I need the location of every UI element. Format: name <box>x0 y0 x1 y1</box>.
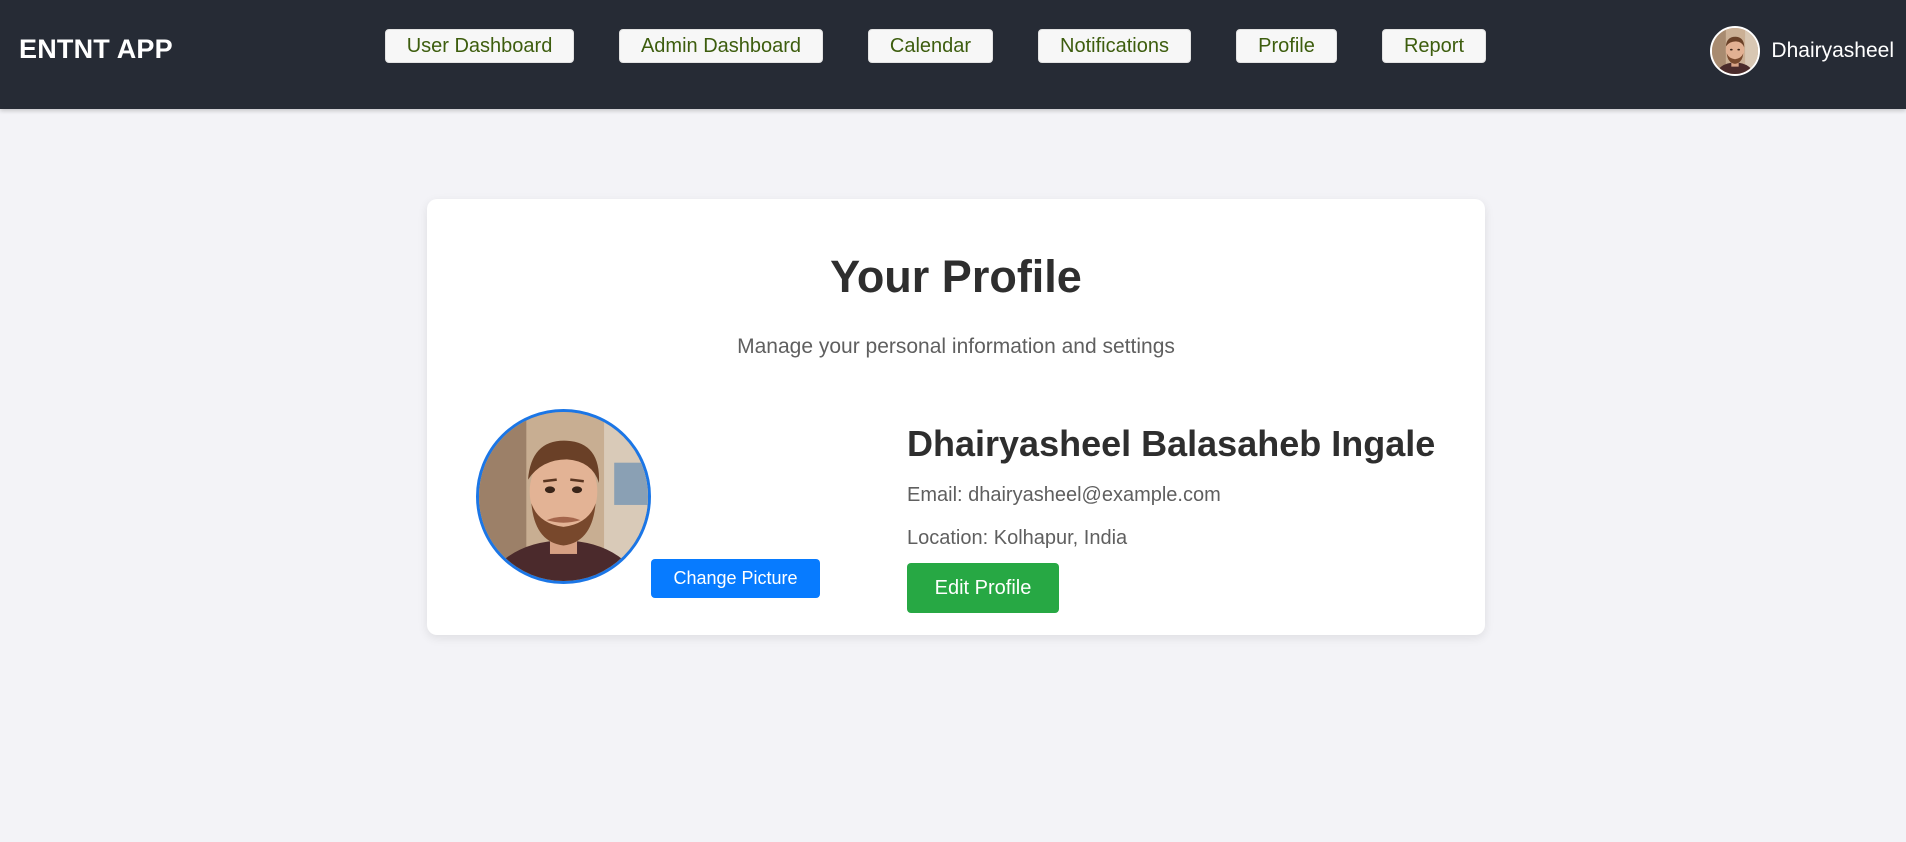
profile-full-name: Dhairyasheel Balasaheb Ingale <box>907 423 1436 464</box>
nav-calendar-button[interactable]: Calendar <box>868 29 993 63</box>
nav-admin-dashboard-button[interactable]: Admin Dashboard <box>619 29 823 63</box>
page-title: Your Profile <box>830 251 1082 302</box>
user-menu[interactable]: Dhairyasheel <box>1710 26 1894 76</box>
nav-report-button[interactable]: Report <box>1382 29 1486 63</box>
nav-profile-button[interactable]: Profile <box>1236 29 1337 63</box>
page-subtitle: Manage your personal information and set… <box>737 335 1175 358</box>
nav-notifications-button[interactable]: Notifications <box>1038 29 1191 63</box>
user-avatar-photo-icon <box>1712 28 1759 74</box>
nav-user-dashboard-button[interactable]: User Dashboard <box>385 29 574 63</box>
change-picture-button[interactable]: Change Picture <box>651 559 820 598</box>
top-navbar: ENTNT APP User Dashboard Admin Dashboard… <box>0 0 1906 109</box>
profile-picture <box>476 409 651 584</box>
profile-email: Email: dhairyasheel@example.com <box>907 484 1221 506</box>
app-brand[interactable]: ENTNT APP <box>19 34 173 65</box>
profile-card: Your Profile Manage your personal inform… <box>427 199 1485 635</box>
user-avatar-icon[interactable] <box>1710 26 1761 76</box>
edit-profile-button[interactable]: Edit Profile <box>907 563 1059 613</box>
user-name[interactable]: Dhairyasheel <box>1771 39 1894 63</box>
profile-photo-icon <box>479 412 648 581</box>
profile-location: Location: Kolhapur, India <box>907 527 1128 549</box>
